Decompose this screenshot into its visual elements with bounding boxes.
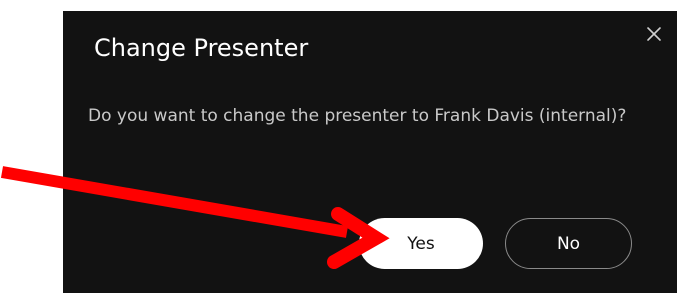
change-presenter-dialog: Change Presenter Do you want to change t… <box>63 11 677 293</box>
dialog-title: Change Presenter <box>94 34 309 62</box>
yes-button[interactable]: Yes <box>359 218 483 269</box>
close-button[interactable] <box>643 23 665 45</box>
no-button[interactable]: No <box>505 218 632 269</box>
close-icon <box>647 27 661 41</box>
screenshot-stage: Change Presenter Do you want to change t… <box>0 0 677 293</box>
dialog-message: Do you want to change the presenter to F… <box>88 106 627 126</box>
